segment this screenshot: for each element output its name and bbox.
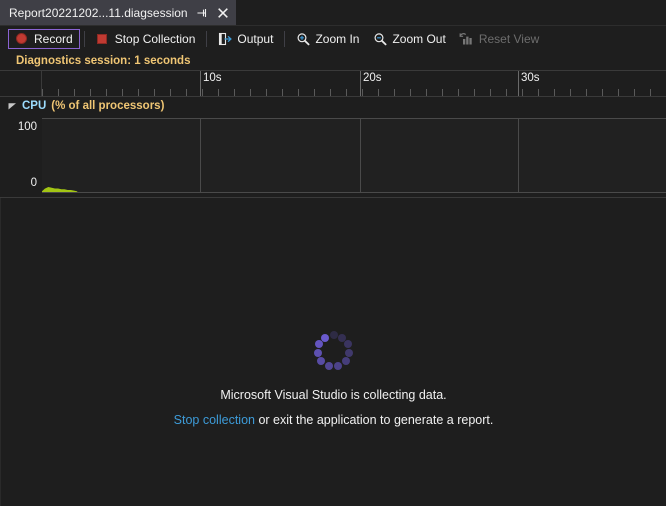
- ruler-minor-tick: [346, 89, 347, 96]
- toolbar-separator: [206, 30, 208, 47]
- ruler-minor-tick: [378, 89, 379, 96]
- ruler-minor-tick: [234, 89, 235, 96]
- ruler-minor-tick: [202, 89, 203, 96]
- ruler-minor-tick: [570, 89, 571, 96]
- cpu-graph-subtitle: (% of all processors): [51, 99, 165, 112]
- cpu-series-plot: [42, 186, 78, 192]
- record-button-label: Record: [34, 31, 73, 46]
- ruler-minor-tick: [394, 89, 395, 96]
- spinner-dot: [329, 331, 338, 339]
- tab-strip: Report20221202...11.diagsession: [0, 0, 666, 26]
- zoom-in-button[interactable]: Zoom In: [289, 29, 366, 49]
- ruler-time-label: 10s: [203, 72, 222, 84]
- stop-square-icon: [95, 31, 110, 46]
- ruler-minor-tick: [250, 89, 251, 96]
- ruler-minor-tick: [122, 89, 123, 96]
- diagnostics-hub-window: Report20221202...11.diagsession Record S…: [0, 0, 666, 506]
- loading-spinner-icon: [312, 329, 356, 373]
- ruler-minor-tick: [298, 89, 299, 96]
- collecting-status-pane: Microsoft Visual Studio is collecting da…: [0, 198, 666, 506]
- ruler-minor-tick: [282, 89, 283, 96]
- ruler-minor-tick: [538, 89, 539, 96]
- output-button-label: Output: [237, 31, 274, 46]
- output-icon: [217, 31, 232, 46]
- collecting-message: Microsoft Visual Studio is collecting da…: [220, 388, 447, 402]
- session-duration-label: Diagnostics session: 1 seconds: [16, 54, 191, 67]
- ruler-minor-tick: [186, 89, 187, 96]
- ruler-minor-tick: [522, 89, 523, 96]
- zoom-in-icon: [295, 31, 310, 46]
- zoom-out-button[interactable]: Zoom Out: [366, 29, 452, 49]
- ruler-minor-tick: [74, 89, 75, 96]
- toolbar-separator: [284, 30, 286, 47]
- ruler-minor-tick: [474, 89, 475, 96]
- output-button[interactable]: Output: [211, 29, 280, 49]
- diagnostics-toolbar: Record Stop Collection Output Zoom In Zo…: [0, 26, 666, 51]
- spinner-dot: [334, 362, 342, 371]
- tab-title: Report20221202...11.diagsession: [9, 5, 188, 20]
- ruler-minor-tick: [458, 89, 459, 96]
- ruler-minor-tick: [362, 89, 363, 96]
- ruler-minor-tick: [618, 89, 619, 96]
- stop-collection-button-label: Stop Collection: [114, 31, 196, 46]
- stop-collection-button[interactable]: Stop Collection: [89, 29, 203, 49]
- pin-icon[interactable]: [195, 6, 209, 20]
- ruler-minor-tick: [42, 89, 43, 96]
- timeline-ruler[interactable]: 10s 20s 30s: [0, 70, 666, 97]
- zoom-out-icon: [372, 31, 387, 46]
- diagnostics-session-bar: Diagnostics session: 1 seconds: [0, 51, 666, 70]
- ruler-gutter: [0, 71, 42, 96]
- ruler-minor-tick: [602, 89, 603, 96]
- ruler-minor-tick: [442, 89, 443, 96]
- spinner-dot: [320, 333, 329, 342]
- ruler-minor-tick: [426, 89, 427, 96]
- cpu-graph-title: CPU: [22, 99, 47, 112]
- ruler-minor-tick: [586, 89, 587, 96]
- ruler-minor-tick: [650, 89, 651, 96]
- cpu-y-axis-max-label: 100: [17, 121, 37, 133]
- stop-collection-link[interactable]: Stop collection: [174, 413, 255, 427]
- toolbar-separator: [83, 30, 85, 47]
- cpu-y-axis-min-label: 0: [30, 177, 37, 189]
- ruler-minor-tick: [314, 89, 315, 96]
- tab-diagsession[interactable]: Report20221202...11.diagsession: [0, 0, 236, 25]
- ruler-minor-tick: [410, 89, 411, 96]
- spinner-dot: [341, 357, 350, 366]
- ruler-minor-tick: [154, 89, 155, 96]
- ruler-minor-tick: [506, 89, 507, 96]
- ruler-minor-tick: [218, 89, 219, 96]
- ruler-time-label: 30s: [521, 72, 540, 84]
- ruler-minor-tick: [554, 89, 555, 96]
- reset-view-icon: [459, 31, 474, 46]
- record-button[interactable]: Record: [8, 28, 80, 49]
- close-icon[interactable]: [216, 6, 230, 20]
- spinner-dot: [324, 362, 333, 371]
- ruler-minor-tick: [58, 89, 59, 96]
- ruler-minor-tick: [170, 89, 171, 96]
- spinner-dot: [345, 349, 354, 358]
- ruler-minor-tick: [266, 89, 267, 96]
- ruler-minor-tick: [106, 89, 107, 96]
- ruler-time-label: 20s: [363, 72, 382, 84]
- spinner-dot: [344, 340, 353, 349]
- ruler-minor-tick: [138, 89, 139, 96]
- zoom-out-button-label: Zoom Out: [392, 31, 446, 46]
- spinner-dot: [314, 340, 323, 349]
- reset-view-button-label: Reset View: [478, 31, 540, 46]
- collecting-action-line: Stop collection or exit the application …: [174, 412, 494, 427]
- record-dot-icon: [14, 31, 29, 46]
- ruler-minor-tick: [90, 89, 91, 96]
- spinner-dot: [313, 349, 322, 358]
- ruler-minor-tick: [490, 89, 491, 96]
- zoom-in-button-label: Zoom In: [315, 31, 360, 46]
- reset-view-button[interactable]: Reset View: [453, 29, 546, 49]
- cpu-graph-header[interactable]: CPU (% of all processors): [0, 97, 666, 114]
- ruler-minor-tick: [634, 89, 635, 96]
- triangle-collapse-icon[interactable]: [8, 101, 17, 110]
- ruler-minor-tick: [330, 89, 331, 96]
- cpu-y-axis: 100 0: [0, 114, 42, 197]
- cpu-plot-area[interactable]: [42, 118, 666, 193]
- collecting-action-suffix: or exit the application to generate a re…: [254, 412, 494, 427]
- cpu-graph-body: 100 0: [0, 114, 666, 197]
